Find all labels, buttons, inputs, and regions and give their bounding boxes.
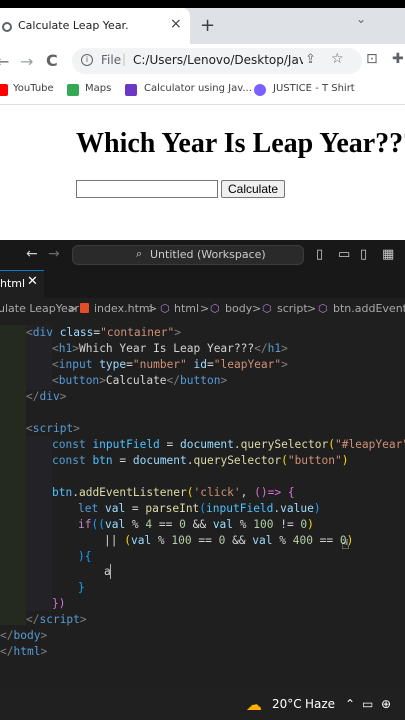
battery-icon[interactable]: ▭ (362, 697, 373, 711)
bookmark-calculator[interactable]: Calculator using Jav... (144, 83, 252, 94)
new-tab-icon[interactable]: + (200, 15, 215, 36)
text-cursor (110, 564, 111, 579)
breadcrumb-file[interactable]: index.html (94, 302, 153, 315)
extension-icon[interactable]: ⊡ (366, 51, 378, 67)
indent-guide (0, 325, 26, 625)
customize-layout-icon[interactable]: ▦ (382, 247, 394, 262)
code-line: <button>Calculate</button> (52, 374, 228, 387)
code-line: </script> (26, 613, 87, 626)
weather-icon[interactable]: ☁ (246, 695, 262, 714)
forward-icon[interactable]: → (20, 52, 33, 71)
page-content (0, 105, 405, 240)
toggle-secondary-sidebar-icon[interactable]: ▯ (360, 247, 367, 262)
globe-icon (2, 22, 12, 32)
code-line: btn.addEventListener('click', ()=> { (52, 486, 295, 499)
breadcrumb-body[interactable]: body (225, 302, 252, 315)
tab-search-icon[interactable]: ⌄ (356, 12, 366, 26)
code-line: <h1>Which Year Is Leap Year???</h1> (52, 342, 288, 355)
code-line: <input type="number" id="leapYear"> (52, 358, 288, 371)
share-icon[interactable]: ⇪ (305, 52, 316, 67)
language-globe-icon[interactable]: ⊕ (381, 697, 391, 711)
maps-icon (67, 84, 79, 96)
info-icon[interactable]: i (81, 54, 93, 66)
top-black-bar (0, 0, 405, 8)
code-line: } (78, 581, 85, 594)
code-line: const btn = document.querySelector("butt… (52, 454, 349, 467)
code-line: const inputField = document.querySelecto… (52, 438, 405, 451)
tray-chevron-icon[interactable]: ⌃ (345, 697, 355, 711)
code-line: <div class="container"> (26, 326, 181, 339)
code-line: }) (52, 597, 66, 610)
mouse-pointer-icon: ☝ (341, 537, 350, 553)
weather-condition[interactable]: Haze (305, 697, 335, 711)
reload-icon[interactable]: C (46, 51, 58, 70)
url-text[interactable]: C:/Users/Lenovo/Desktop/Jav... (133, 53, 303, 67)
code-line: let val = parseInt(inputField.value) (78, 502, 321, 515)
element-icon: ⬡ (160, 302, 170, 315)
indent-guide (26, 436, 52, 611)
bookmark-youtube[interactable]: YouTube (13, 83, 54, 94)
chevron-right-icon: > (148, 302, 158, 315)
page-heading: Which Year Is Leap Year??? (76, 128, 405, 159)
year-input[interactable] (76, 180, 218, 198)
code-line: </body> (0, 629, 48, 642)
temperature[interactable]: 20°C (272, 697, 302, 711)
toggle-panel-icon[interactable]: ▭ (338, 247, 350, 262)
breadcrumb-event-listener[interactable]: btn.addEventLi (333, 302, 405, 315)
search-icon: ⌕ (136, 247, 143, 260)
editor-tab-label[interactable]: html (0, 277, 25, 290)
bookmark-justice[interactable]: JUSTICE - T Shirt (273, 83, 355, 94)
code-line: ){ (78, 550, 92, 563)
editor-tabs-bar (0, 270, 405, 298)
calculator-bookmark-icon (125, 84, 137, 96)
vscode-back-icon[interactable]: ← (26, 246, 38, 262)
chevron-right-icon: > (252, 302, 262, 315)
chevron-right-icon: > (68, 302, 78, 315)
chevron-right-icon: > (307, 302, 317, 315)
code-line: </html> (0, 645, 48, 658)
youtube-icon (0, 84, 8, 96)
code-line: </div> (26, 390, 67, 403)
code-line: || (val % 100 == 0 && val % 400 == 0) (104, 534, 354, 547)
vscode-forward-icon[interactable]: → (48, 246, 60, 262)
element-icon: ⬡ (210, 302, 220, 315)
justice-bookmark-icon (254, 84, 266, 96)
close-icon[interactable]: ✕ (27, 274, 38, 289)
back-icon[interactable]: ← (0, 52, 9, 71)
file-label: File (101, 53, 122, 67)
element-icon: ⬡ (318, 302, 328, 315)
close-icon[interactable]: × (170, 16, 182, 32)
toggle-sidebar-icon[interactable]: ▯ (316, 247, 323, 262)
breadcrumb-script[interactable]: script (277, 302, 308, 315)
html5-icon (80, 303, 89, 313)
code-line: <script> (26, 422, 80, 435)
bookmark-maps[interactable]: Maps (85, 83, 111, 94)
workspace-title[interactable]: Untitled (Workspace) (150, 248, 266, 261)
puzzle-icon[interactable]: ✚ (392, 51, 404, 67)
calculate-button[interactable]: Calculate (221, 180, 286, 198)
tab-title[interactable]: Calculate Leap Year. (18, 19, 129, 32)
code-line: if((val % 4 == 0 && val % 100 != 0) (78, 518, 314, 531)
element-icon: ⬡ (262, 302, 272, 315)
breadcrumb-html[interactable]: html (174, 302, 199, 315)
url-separator: | (122, 52, 127, 66)
star-icon[interactable]: ☆ (331, 51, 344, 67)
chevron-right-icon: > (200, 302, 210, 315)
